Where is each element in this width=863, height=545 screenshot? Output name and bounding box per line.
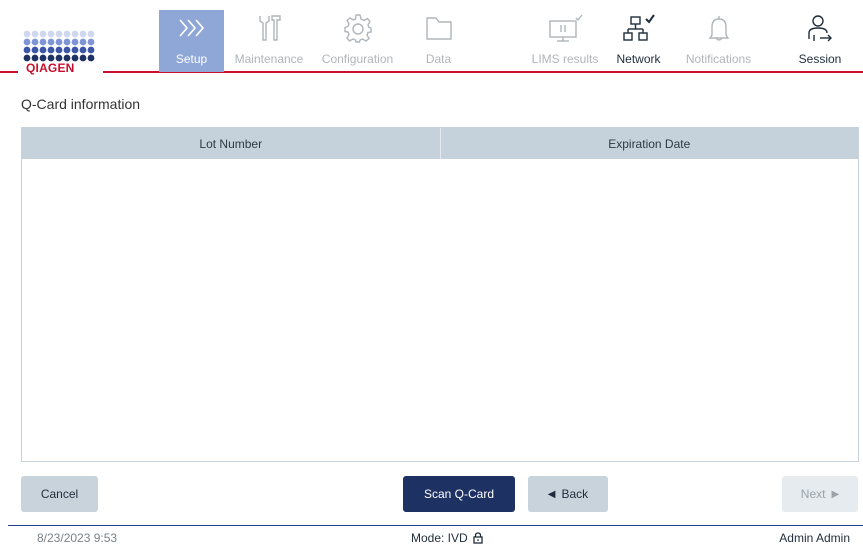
footer-mode: Mode: IVD [411,531,483,545]
bell-icon [706,10,732,46]
caret-right-icon: ▶ [831,488,840,500]
cancel-button-label: Cancel [40,487,79,501]
table-header: Lot Number Expiration Date [22,128,858,159]
nav-notifications[interactable]: Notifications [676,10,761,72]
wrench-icon [256,10,282,46]
page-title: Q-Card information [21,96,141,112]
nav-session[interactable]: Session [790,10,850,72]
nav-network-label: Network [616,52,661,66]
column-header-lot-number[interactable]: Lot Number [22,128,440,159]
nav-data[interactable]: Data [416,10,461,72]
folder-icon [424,10,454,46]
nav-maintenance-label: Maintenance [234,52,304,66]
table-body [22,159,858,461]
next-button-label: Next [800,487,826,501]
logo-text: QIAGEN [26,61,75,75]
back-button-label: Back [561,487,589,501]
nav-session-label: Session [798,52,842,66]
next-button[interactable]: Next ▶ [782,476,858,512]
top-header: QIAGEN Setup Maintenance Configuration D… [0,0,863,80]
nav-data-label: Data [425,52,452,66]
nav-configuration[interactable]: Configuration [315,10,400,72]
nav-setup[interactable]: Setup [159,10,224,72]
scan-qcard-button-label: Scan Q-Card [423,487,495,501]
nav-notifications-label: Notifications [685,52,752,66]
back-button[interactable]: ◀ Back [528,476,608,512]
mode-text: Mode: IVD [411,531,468,545]
network-check-icon [621,10,657,46]
user-logout-icon [805,10,835,46]
chevrons-right-icon [177,10,207,46]
qcard-table: Lot Number Expiration Date [21,127,859,462]
footer-user: Admin Admin [779,531,850,545]
nav-lims-label: LIMS results [531,52,599,66]
caret-left-icon: ◀ [547,488,556,500]
brand-line-left [0,71,18,73]
lock-icon [473,532,483,544]
footer-divider [8,525,863,526]
nav-network[interactable]: Network [611,10,666,72]
footer-datetime: 8/23/2023 9:53 [37,531,118,545]
cancel-button[interactable]: Cancel [21,476,98,512]
nav-maintenance[interactable]: Maintenance [229,10,309,72]
column-header-expiration-date[interactable]: Expiration Date [439,128,859,159]
nav-lims-results[interactable]: LIMS results [525,10,605,72]
nav-configuration-label: Configuration [321,52,394,66]
scan-qcard-button[interactable]: Scan Q-Card [403,476,515,512]
nav-setup-label: Setup [175,52,208,66]
monitor-check-icon [546,10,584,46]
gear-icon [343,10,373,46]
